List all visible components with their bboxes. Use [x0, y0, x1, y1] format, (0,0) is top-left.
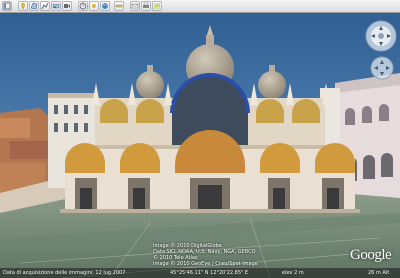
placemark-icon — [21, 2, 25, 10]
path-icon — [41, 2, 49, 10]
elevation: elev 2 m — [282, 270, 304, 276]
toolbar-group-tools — [18, 1, 72, 11]
toolbar-group-view — [78, 1, 110, 11]
imagery-credits: Image © 2010 DigitalGlobe Data SIO, NOAA… — [153, 243, 283, 267]
email-icon — [131, 3, 139, 9]
toolbar — [0, 0, 400, 13]
record-tour-icon — [64, 4, 70, 8]
view-in-maps-icon — [153, 3, 161, 9]
sunlight-icon — [92, 4, 96, 8]
ruler-button[interactable] — [114, 1, 124, 11]
image-overlay-icon — [52, 3, 60, 9]
toolbar-group-share — [130, 1, 162, 11]
add-path-button[interactable] — [40, 1, 50, 11]
record-tour-button[interactable] — [62, 1, 72, 11]
coordinates: 45°25'46.11" N 12°20'22.85" E — [170, 270, 249, 276]
polygon-icon — [30, 2, 38, 10]
status-bar: Data di acquisizione delle immagini: 12 … — [0, 268, 400, 278]
google-earth-window: Image © 2010 DigitalGlobe Data SIO, NOAA… — [0, 0, 400, 278]
switch-sky-button[interactable] — [100, 1, 110, 11]
move-navigation-control[interactable] — [370, 56, 394, 80]
credit-line-4: Image © 2010 GeoEye / Cnes/Spot Image — [153, 261, 258, 267]
sidebar-icon — [3, 2, 11, 10]
ruler-icon — [115, 4, 123, 8]
print-icon — [143, 2, 149, 8]
email-button[interactable] — [130, 1, 140, 11]
add-image-overlay-button[interactable] — [51, 1, 61, 11]
3d-viewport[interactable] — [0, 13, 400, 278]
eye-altitude: 26 m Alt — [368, 270, 390, 276]
sky-icon — [102, 3, 108, 9]
imagery-date: Data di acquisizione delle immagini: 12 … — [3, 270, 126, 276]
google-logo: Google — [350, 247, 392, 263]
look-joystick-icon — [365, 20, 397, 52]
historical-imagery-button[interactable] — [78, 1, 88, 11]
look-navigation-control[interactable] — [365, 20, 397, 52]
view-in-google-maps-button[interactable] — [152, 1, 162, 11]
basilica-scene — [0, 13, 400, 278]
sunlight-button[interactable] — [89, 1, 99, 11]
historical-imagery-icon — [79, 2, 87, 10]
add-placemark-button[interactable] — [18, 1, 28, 11]
sidebar-toggle-button[interactable] — [2, 1, 12, 11]
add-polygon-button[interactable] — [29, 1, 39, 11]
move-joystick-icon — [370, 56, 394, 80]
toolbar-group-utility — [114, 1, 124, 11]
print-button[interactable] — [141, 1, 151, 11]
toolbar-group-left — [2, 1, 12, 11]
